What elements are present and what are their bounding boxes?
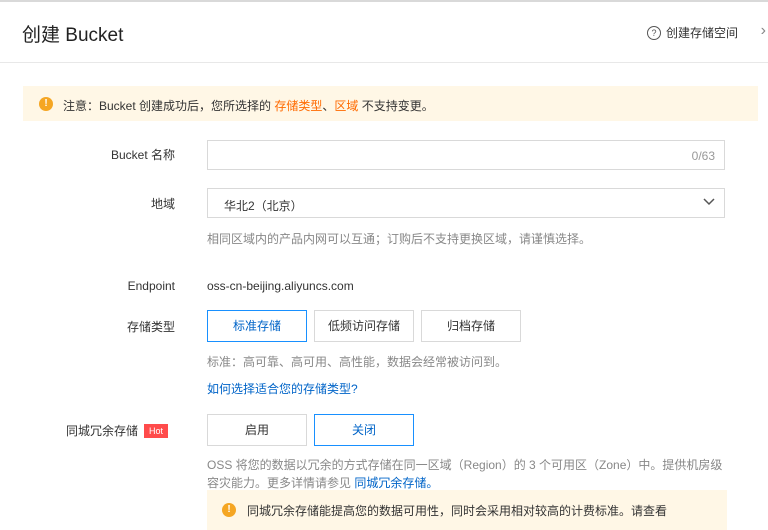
region-label: 地域	[150, 197, 175, 211]
bucket-name-label: Bucket 名称	[110, 148, 175, 162]
region-selected-value: 华北2（北京）	[224, 199, 303, 213]
storage-type-help-link[interactable]: 如何选择适合您的存储类型?	[207, 380, 358, 397]
warning-icon: !	[39, 97, 53, 111]
question-circle-icon: ?	[646, 25, 661, 40]
storage-infrequent-button[interactable]: 低频访问存储	[314, 310, 414, 342]
notice-separator: 、	[322, 99, 335, 113]
redundancy-warning-text: 同城冗余存储能提高您的数据可用性，同时会采用相对较高的计费标准。请查看	[247, 504, 668, 518]
notice-banner: ! 注意：Bucket 创建成功后，您所选择的 存储类型、区域 不支持变更。	[23, 86, 758, 121]
region-hint: 相同区域内的产品内网可以互通；订购后不支持更换区域，请谨慎选择。	[207, 232, 592, 246]
redundancy-desc-line1: OSS 将您的数据以冗余的方式存储在同一区域（Region）的 3 个可用区（Z…	[207, 458, 723, 472]
notice-suffix: 不支持变更。	[358, 99, 434, 113]
redundancy-label: 同城冗余存储	[65, 424, 138, 438]
storage-type-label: 存储类型	[126, 320, 175, 334]
hot-badge: Hot	[143, 424, 168, 438]
storage-archive-button[interactable]: 归档存储	[421, 310, 521, 342]
help-label: 创建存储空间	[665, 26, 738, 40]
bucket-name-input[interactable]: 0/63	[207, 140, 725, 170]
create-storage-help-link[interactable]: ? 创建存储空间	[646, 24, 738, 41]
redundancy-warning-banner: ! 同城冗余存储能提高您的数据可用性，同时会采用相对较高的计费标准。请查看	[207, 490, 727, 530]
endpoint-value: oss-cn-beijing.aliyuncs.com	[207, 279, 354, 293]
chevron-down-icon	[703, 198, 715, 206]
storage-type-hint: 标准：高可靠、高可用、高性能，数据会经常被访问到。	[207, 355, 508, 369]
notice-prefix: 注意：Bucket 创建成功后，您所选择的	[63, 99, 275, 113]
region-select[interactable]: 华北2（北京）	[207, 188, 725, 218]
storage-standard-button[interactable]: 标准存储	[207, 310, 307, 342]
redundancy-disable-button[interactable]: 关闭	[314, 414, 414, 446]
notice-text: 注意：Bucket 创建成功后，您所选择的 存储类型、区域 不支持变更。	[63, 97, 434, 114]
page-title: 创建 Bucket	[22, 25, 124, 46]
warning-icon: !	[222, 503, 236, 517]
chevron-right-icon[interactable]: ›	[761, 22, 766, 40]
redundancy-enable-button[interactable]: 启用	[207, 414, 307, 446]
notice-highlight-region: 区域	[334, 99, 359, 113]
redundancy-label-wrap: 同城冗余存储 Hot	[66, 422, 168, 439]
notice-highlight-storage-type: 存储类型	[274, 99, 323, 113]
dialog-header: 创建 Bucket ? 创建存储空间 ›	[0, 2, 768, 63]
char-counter: 0/63	[691, 149, 715, 163]
endpoint-label: Endpoint	[127, 279, 175, 293]
redundancy-desc-line2: 容灾能力。更多详情请参见	[207, 476, 355, 490]
redundancy-description: OSS 将您的数据以冗余的方式存储在同一区域（Region）的 3 个可用区（Z…	[207, 456, 732, 492]
redundancy-doc-link[interactable]: 同城冗余存储。	[354, 476, 438, 490]
